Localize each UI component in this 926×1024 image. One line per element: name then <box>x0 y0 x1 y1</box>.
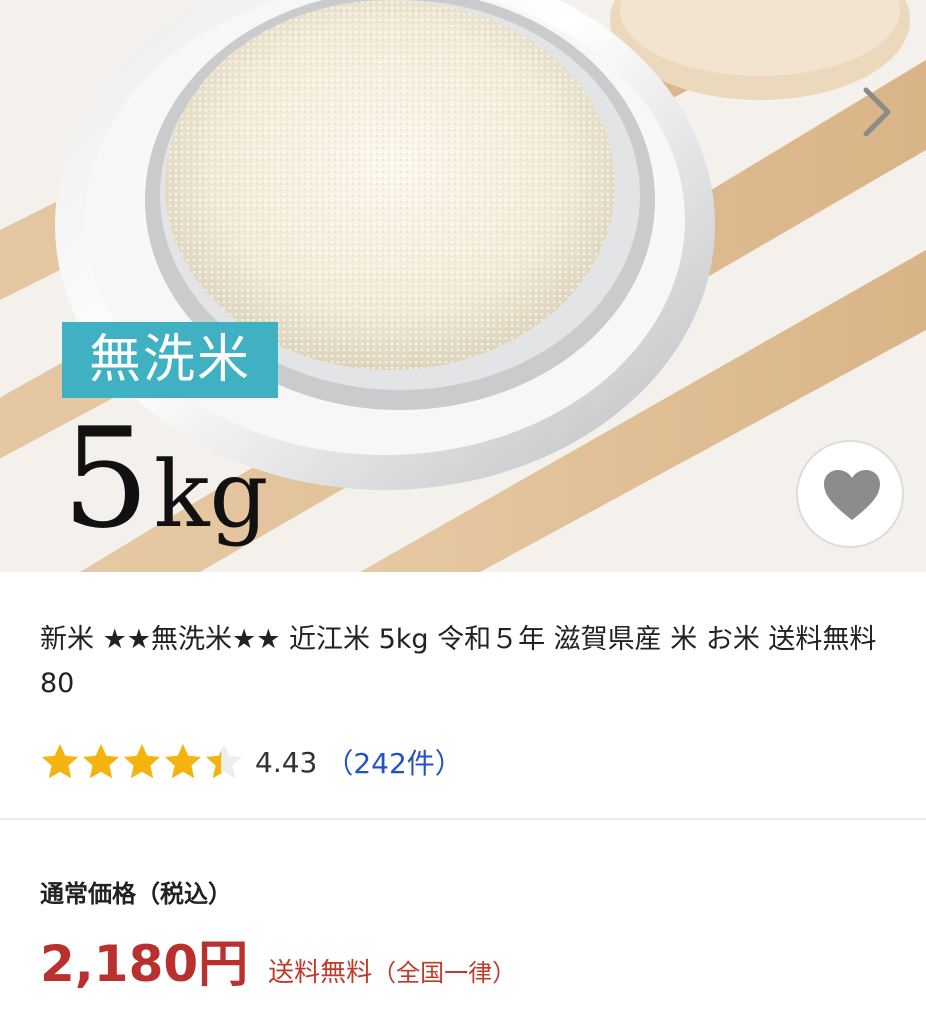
chevron-right-icon <box>863 87 891 137</box>
musenmai-badge: 無洗米 <box>62 322 278 398</box>
product-title: 新米 ★★無洗米★★ 近江米 5kg 令和５年 滋賀県産 米 お米 送料無料 8… <box>40 624 877 699</box>
price: 2,180円 <box>40 935 249 993</box>
weight-label: 5kg <box>62 404 268 554</box>
price-label: 通常価格（税込） <box>40 880 232 908</box>
section-divider <box>0 818 926 820</box>
shipping-label: 送料無料 <box>268 958 373 988</box>
favorite-button[interactable] <box>796 440 904 548</box>
heart-icon <box>824 470 880 520</box>
star-icon <box>124 744 160 779</box>
price-row: 2,180円 送料無料 （全国一律） <box>40 924 516 994</box>
product-image[interactable]: 無洗米 5kg <box>0 0 926 572</box>
weight-unit: kg <box>153 441 269 548</box>
star-icon <box>165 744 201 779</box>
rating-stars <box>40 742 245 782</box>
star-icon <box>83 744 119 779</box>
review-count-link[interactable]: （242件） <box>325 742 462 782</box>
next-image-button[interactable] <box>852 82 900 142</box>
rating-row: 4.43 （242件） <box>40 736 463 788</box>
product-page: 無洗米 5kg 新米 ★★無洗米★★ 近江米 5kg 令和５年 滋賀県産 米 お… <box>0 0 926 1024</box>
shipping-note: （全国一律） <box>372 959 517 987</box>
star-icon <box>206 744 242 779</box>
rating-value: 4.43 <box>255 745 318 779</box>
star-icon <box>42 744 78 779</box>
weight-number: 5 <box>62 398 150 559</box>
